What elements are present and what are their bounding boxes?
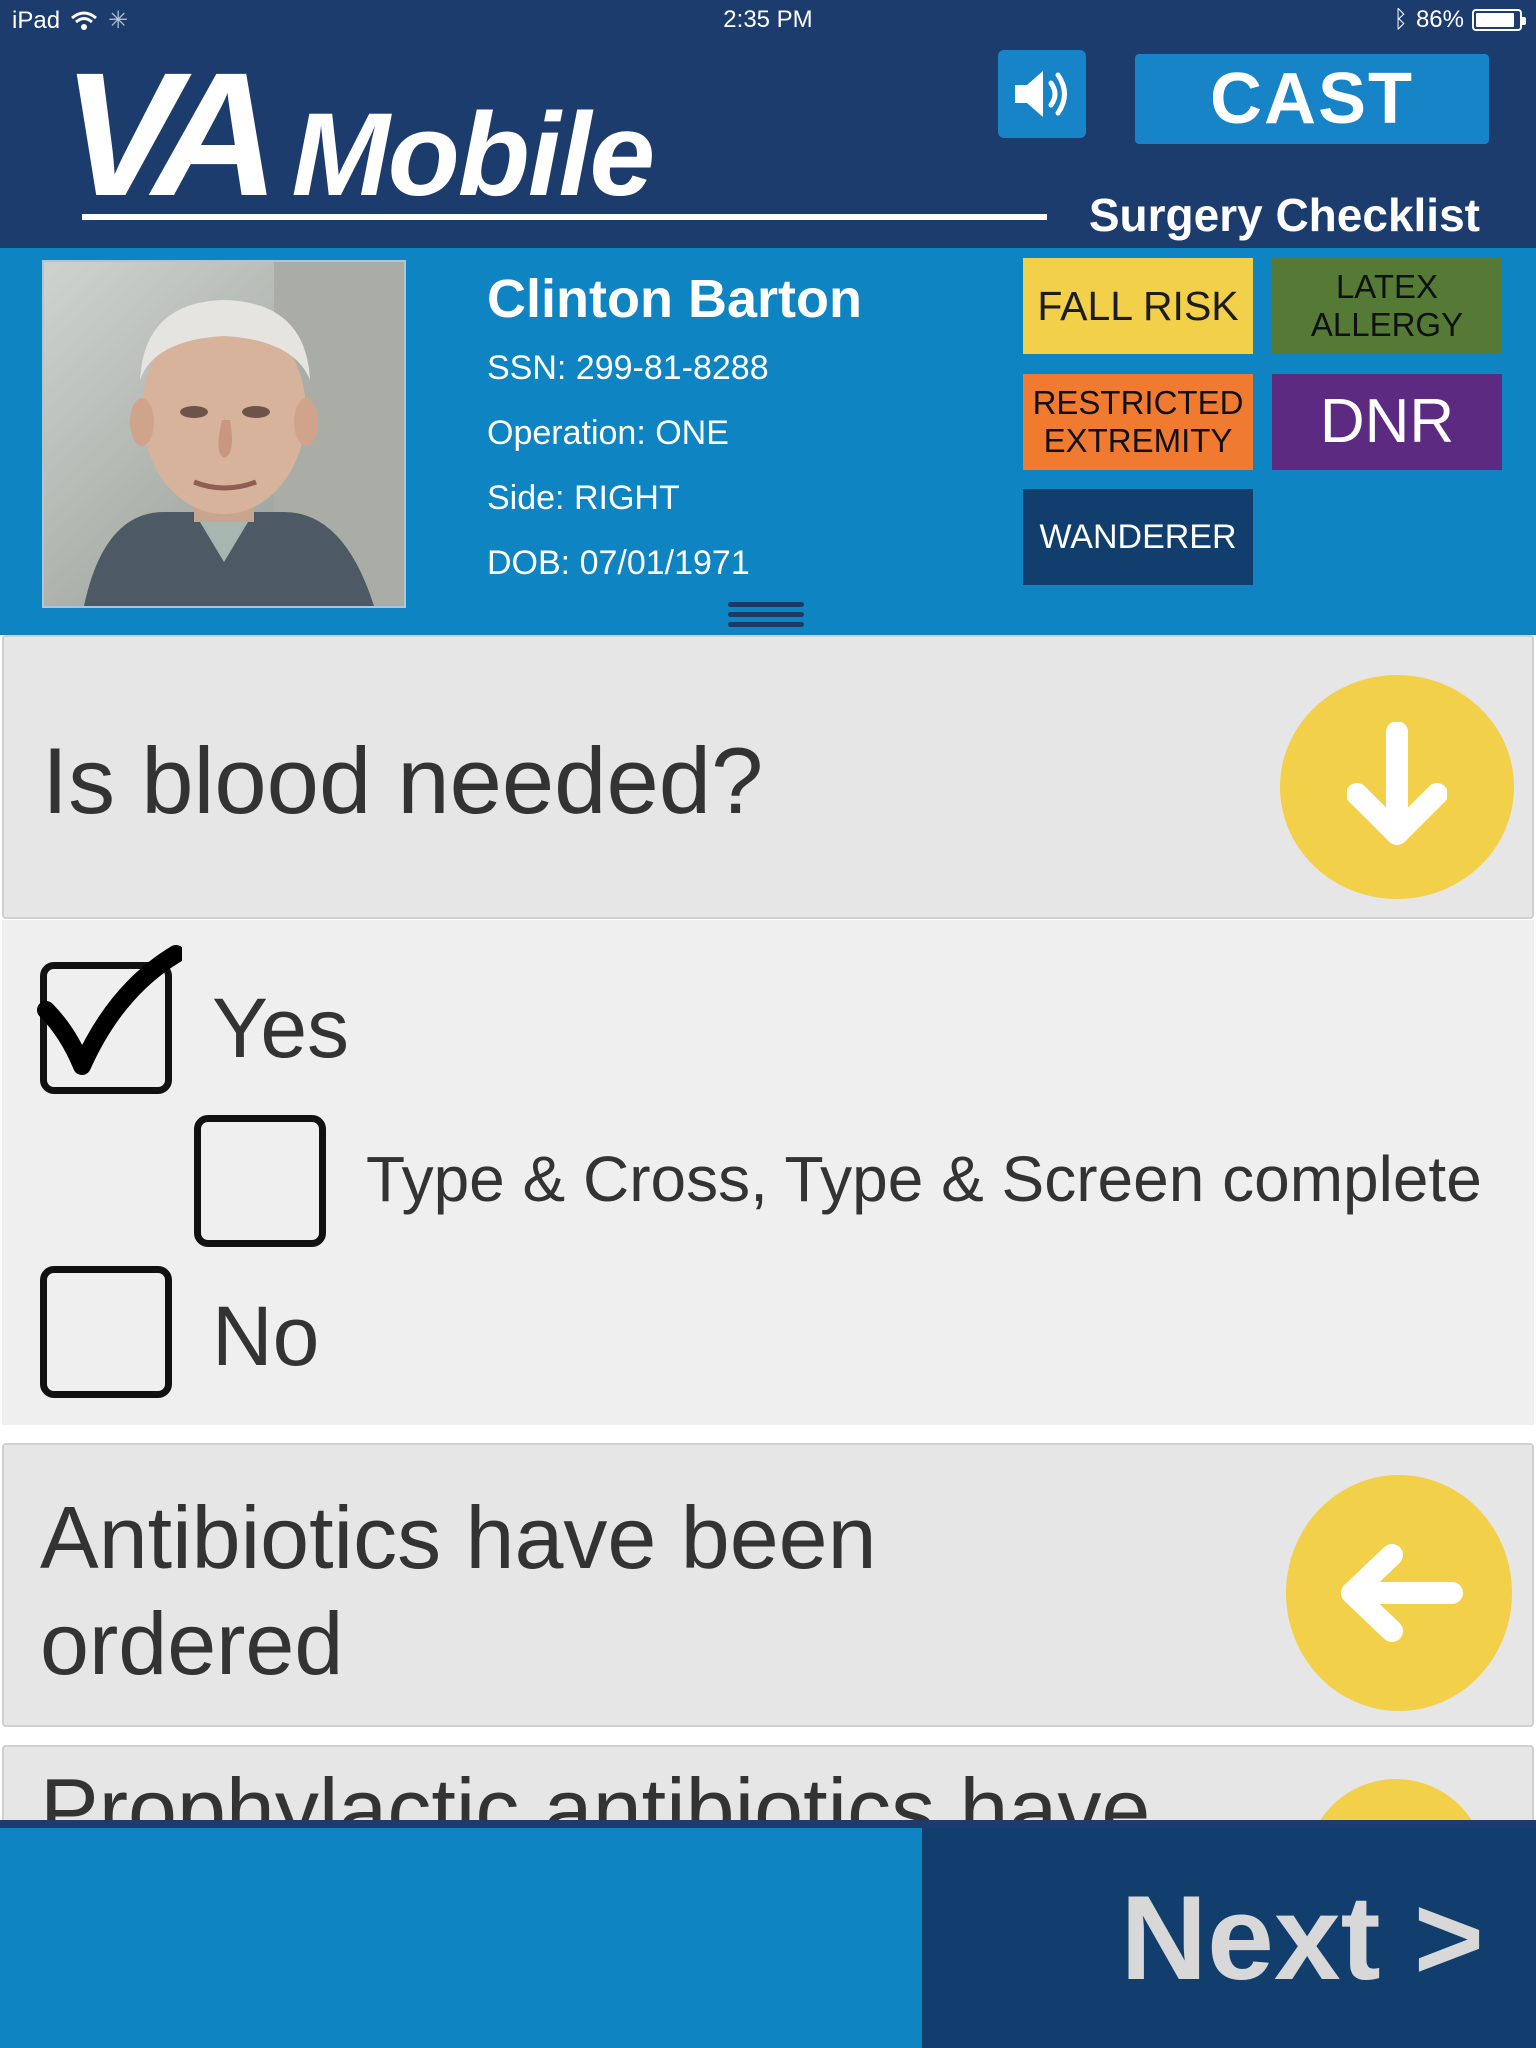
restricted-extremity-badge: RESTRICTED EXTREMITY [1023,374,1253,470]
checklist[interactable]: Is blood needed? Yes Type & Cross, Type … [0,635,1536,1820]
patient-ssn: SSN: 299-81-8288 [487,349,769,387]
drag-handle-icon[interactable] [728,602,804,632]
speaker-icon [1015,71,1067,117]
collapse-button[interactable] [1280,675,1514,899]
question-prophylactic-antibiotics[interactable]: Prophylactic antibiotics have [2,1745,1534,1820]
bluetooth-icon: ᛒ [1393,6,1408,33]
va-mobile-logo: VA Mobile [62,37,655,233]
patient-info: Clinton Barton SSN: 299-81-8288 Operatio… [487,268,862,600]
patient-banner: Clinton Barton SSN: 299-81-8288 Operatio… [0,248,1536,635]
arrow-down-icon [1347,722,1447,845]
expand-button[interactable] [1306,1779,1486,1820]
logo-underline [82,214,1047,220]
cast-button[interactable]: CAST [1135,54,1489,144]
patient-photo [42,260,406,608]
speaker-button[interactable] [998,50,1086,138]
wanderer-badge: WANDERER [1023,489,1253,585]
battery-percent: 86% [1415,6,1464,33]
status-time: 2:35 PM [723,6,813,33]
battery-icon [1472,9,1526,31]
next-button[interactable]: Next > [922,1828,1536,2048]
question-text: Prophylactic antibiotics have [40,1760,1151,1820]
latex-allergy-badge: LATEX ALLERGY [1272,258,1502,354]
dnr-badge: DNR [1272,374,1502,470]
type-cross-checkbox[interactable] [194,1115,326,1247]
arrow-left-icon [1341,1544,1463,1642]
fall-risk-badge: FALL RISK [1023,258,1253,354]
question-blood-needed[interactable]: Is blood needed? [2,635,1534,919]
no-label[interactable]: No [212,1288,319,1385]
checkmark-icon [37,945,182,1075]
answer-options: Yes Type & Cross, Type & Screen complete… [2,920,1534,1425]
footer-bar: Next > [0,1828,1536,2048]
patient-operation: Operation: ONE [487,414,729,452]
expand-button[interactable] [1286,1475,1512,1711]
no-checkbox[interactable] [40,1266,172,1398]
yes-label[interactable]: Yes [212,980,349,1077]
patient-name: Clinton Barton [487,269,862,329]
app-header: VA Mobile CAST Surgery Checklist [0,40,1536,248]
patient-dob: DOB: 07/01/1971 [487,544,750,582]
page-title: Surgery Checklist [1088,189,1480,241]
question-text: Is blood needed? [42,728,764,833]
patient-side: Side: RIGHT [487,479,680,517]
type-cross-label[interactable]: Type & Cross, Type & Screen complete [366,1142,1482,1216]
status-bar: iPad ✳ 2:35 PM ᛒ 86% [0,0,1536,40]
question-text: Antibiotics have been ordered [40,1488,877,1693]
question-antibiotics-ordered[interactable]: Antibiotics have been ordered [2,1443,1534,1727]
